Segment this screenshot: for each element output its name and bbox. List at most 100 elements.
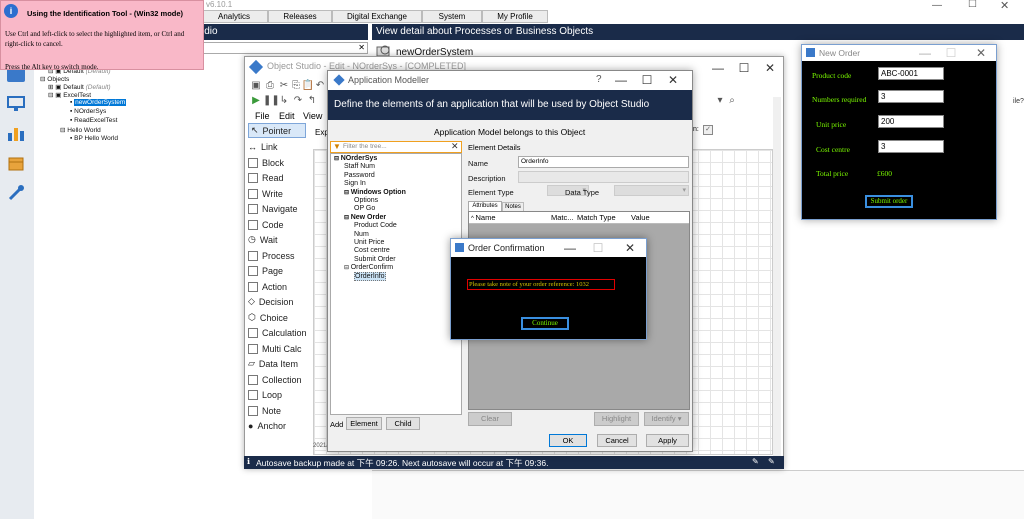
object-studio-maximize-button[interactable]: ☐ <box>731 57 757 79</box>
main-close-button[interactable]: ✕ <box>1000 0 1020 12</box>
palette-code[interactable]: Code <box>248 217 284 232</box>
pause-icon[interactable]: ❚❚ <box>263 94 280 108</box>
tools-icon[interactable] <box>7 185 25 201</box>
step-out-icon[interactable]: ↰ <box>305 94 319 108</box>
identify-button[interactable]: Identify ▾ <box>644 412 689 426</box>
main-minimize-button[interactable]: — <box>932 0 952 11</box>
cancel-button[interactable]: Cancel <box>597 434 637 447</box>
data-type-select[interactable]: ▾ <box>614 185 689 196</box>
main-tree-item[interactable]: ⊟ ▣ ExcelTest <box>48 91 91 99</box>
palette-link[interactable]: ↔ Link <box>248 139 278 154</box>
palette-wait[interactable]: ◷ Wait <box>248 232 278 247</box>
element-tree-item[interactable]: OrderInfo <box>354 271 386 281</box>
add-child-button[interactable]: Child <box>386 417 420 430</box>
main-tree-item[interactable]: ⊟ Objects <box>40 75 69 83</box>
object-studio-close-button[interactable]: ✕ <box>757 57 783 79</box>
monitor-icon[interactable] <box>7 96 25 112</box>
main-tree-item-selected[interactable]: ▪ newOrderSystem <box>70 99 127 106</box>
palette-collection[interactable]: Collection <box>248 372 302 387</box>
palette-multi-calc[interactable]: Multi Calc <box>248 341 302 356</box>
description-input[interactable] <box>518 171 689 183</box>
binoculars-icon[interactable]: ⌕ <box>725 94 739 108</box>
tree-search-input[interactable]: ✕ <box>200 42 368 54</box>
new-order-close-button[interactable]: ✕ <box>968 42 994 64</box>
palette-loop[interactable]: Loop <box>248 387 282 402</box>
element-tree-item[interactable]: Num <box>354 231 369 238</box>
new-order-minimize-button[interactable]: — <box>912 42 938 64</box>
tree-toggle-icon[interactable]: ⊟ <box>344 190 351 196</box>
undo-icon[interactable]: ↶ <box>313 79 327 93</box>
col-name[interactable]: ^ Name <box>471 213 496 222</box>
main-tree-item[interactable]: ▪ NOrderSys <box>70 108 106 115</box>
palette-process[interactable]: Process <box>248 248 295 263</box>
order-confirmation-close-button[interactable]: ✕ <box>617 237 643 259</box>
main-maximize-button[interactable]: ☐ <box>968 0 988 10</box>
order-confirmation-maximize-button[interactable]: ☐ <box>585 237 611 259</box>
filter-clear-icon[interactable]: ✕ <box>451 141 459 152</box>
element-name-input[interactable]: OrderInfo <box>518 156 689 168</box>
modeller-maximize-button[interactable]: ☐ <box>634 69 660 91</box>
col-match[interactable]: Matc... <box>551 213 574 222</box>
tab-notes[interactable]: Notes <box>502 202 524 211</box>
element-tree-item[interactable]: Unit Price <box>354 239 384 246</box>
object-studio-minimize-button[interactable]: — <box>705 57 731 79</box>
menu-file[interactable]: File <box>255 111 270 121</box>
element-tree-item[interactable]: Options <box>354 197 378 204</box>
palette-pointer[interactable]: ↖ Pointer <box>248 123 306 138</box>
cost-centre-input[interactable]: 3 <box>878 140 944 153</box>
new-order-maximize-button[interactable]: ☐ <box>938 42 964 64</box>
element-tree-item[interactable]: OP Go <box>354 205 375 212</box>
numbers-required-input[interactable]: 3 <box>878 90 944 103</box>
palette-data-item[interactable]: ▱ Data Item <box>248 356 298 371</box>
element-tree-item[interactable]: Sign In <box>344 180 366 187</box>
palette-block[interactable]: Block <box>248 155 284 170</box>
tab-attributes[interactable]: Attributes <box>468 201 502 211</box>
save-icon[interactable]: ▣ <box>249 79 263 93</box>
play-icon[interactable]: ▶ <box>249 94 263 108</box>
submit-order-button[interactable]: Submit order <box>865 195 913 208</box>
element-tree-item[interactable]: Product Code <box>354 222 397 229</box>
element-tree-item[interactable]: Staff Num <box>344 163 375 170</box>
tab-releases[interactable]: Releases <box>268 10 332 23</box>
step-over-icon[interactable]: ↷ <box>291 94 305 108</box>
tree-filter-input[interactable]: ▼ Filter the tree... ✕ <box>330 141 462 153</box>
modeller-close-button[interactable]: ✕ <box>660 69 686 91</box>
unit-price-input[interactable]: 200 <box>878 115 944 128</box>
tree-toggle-icon[interactable]: ⊟ <box>344 265 351 271</box>
element-tree-item[interactable]: ⊟ Windows Option <box>344 189 406 196</box>
menu-view[interactable]: View <box>303 111 322 121</box>
clear-button[interactable]: Clear <box>468 412 512 426</box>
menu-edit[interactable]: Edit <box>279 111 295 121</box>
print-icon[interactable]: ⎙ <box>263 79 277 93</box>
tab-digital-exchange[interactable]: Digital Exchange <box>332 10 422 23</box>
modeller-help-button[interactable]: ? <box>596 74 602 85</box>
product-code-input[interactable]: ABC-0001 <box>878 67 944 80</box>
order-confirmation-minimize-button[interactable]: — <box>557 237 583 259</box>
tab-analytics[interactable]: Analytics <box>200 10 268 23</box>
tree-toggle-icon[interactable]: ⊟ <box>334 156 341 162</box>
tab-system[interactable]: System <box>422 10 482 23</box>
palette-anchor[interactable]: ● Anchor <box>248 418 286 433</box>
palette-choice[interactable]: ⬡ Choice <box>248 310 288 325</box>
element-tree-item[interactable]: Submit Order <box>354 256 396 263</box>
element-tree-item[interactable]: ⊟ NOrderSys <box>334 155 377 162</box>
belongs-checkbox[interactable]: ✓ <box>703 125 713 135</box>
col-value[interactable]: Value <box>631 213 650 222</box>
vertical-scrollbar[interactable] <box>773 97 781 457</box>
apply-button[interactable]: Apply <box>646 434 689 447</box>
palette-navigate[interactable]: Navigate <box>248 201 298 216</box>
palette-read[interactable]: Read <box>248 170 284 185</box>
package-icon[interactable] <box>7 155 25 171</box>
col-match-type[interactable]: Match Type <box>577 213 616 222</box>
element-tree-item[interactable]: ⊟ OrderConfirm <box>344 264 393 271</box>
element-tree-item[interactable]: ⊟ New Order <box>344 214 386 221</box>
analytics-icon[interactable] <box>7 125 25 141</box>
continue-button[interactable]: Continue <box>521 317 569 330</box>
step-icon[interactable]: ↳ <box>277 94 291 108</box>
palette-page[interactable]: Page <box>248 263 283 278</box>
main-tree-item[interactable]: ▪ ReadExcelTest <box>70 117 117 124</box>
palette-note[interactable]: Note <box>248 403 281 418</box>
main-tree-item[interactable]: ⊞ ▣ Default (Default) <box>48 83 111 91</box>
element-tree-item[interactable]: Password <box>344 172 375 179</box>
highlight-button[interactable]: Highlight <box>594 412 639 426</box>
